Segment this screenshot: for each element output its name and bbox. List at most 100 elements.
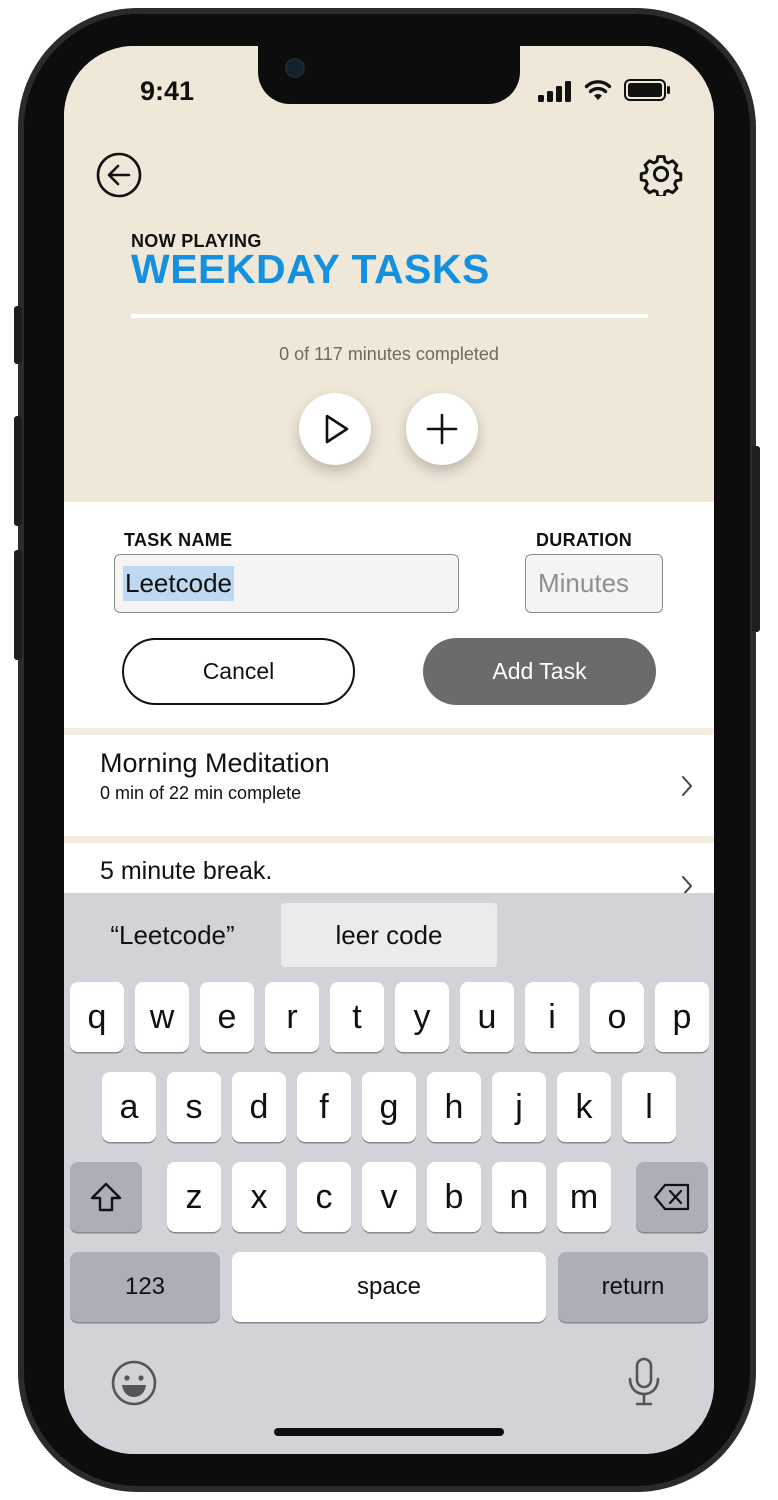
suggestion-label: leer code [335, 919, 443, 950]
key-label: q [87, 998, 107, 1036]
play-button[interactable] [299, 393, 371, 465]
backspace-icon [653, 1183, 690, 1211]
key-label: a [119, 1088, 139, 1126]
key-f[interactable]: f [297, 1072, 351, 1142]
microphone-icon [628, 1357, 660, 1406]
silent-switch [14, 306, 22, 364]
list-divider [64, 836, 714, 843]
task-name-label: TASK NAME [124, 530, 233, 550]
key-m[interactable]: m [557, 1162, 611, 1232]
back-arrow-icon [96, 152, 142, 198]
key-b[interactable]: b [427, 1162, 481, 1232]
cellular-signal-icon [538, 81, 571, 102]
battery-icon [624, 79, 670, 101]
key-g[interactable]: g [362, 1072, 416, 1142]
list-divider [64, 728, 714, 735]
key-label: t [352, 998, 362, 1036]
key-label: c [315, 1178, 333, 1216]
key-h[interactable]: h [427, 1072, 481, 1142]
add-task-button[interactable] [406, 393, 478, 465]
key-v[interactable]: v [362, 1162, 416, 1232]
task-title: 5 minute break. [100, 857, 273, 885]
key-label: m [569, 1178, 599, 1216]
key-r[interactable]: r [265, 982, 319, 1052]
key-o[interactable]: o [590, 982, 644, 1052]
chevron-right-icon [682, 776, 692, 796]
key-q[interactable]: q [70, 982, 124, 1052]
key-label: i [548, 998, 556, 1036]
cancel-button[interactable]: Cancel [122, 638, 355, 705]
key-label: h [444, 1088, 464, 1126]
cancel-button-label: Cancel [202, 658, 275, 684]
key-label: g [379, 1088, 399, 1126]
key-label: y [413, 998, 431, 1036]
key-label: b [444, 1178, 464, 1216]
space-key[interactable]: space [232, 1252, 546, 1322]
key-label: d [249, 1088, 269, 1126]
add-task-submit-button[interactable]: Add Task [423, 638, 656, 705]
key-label: return [601, 1273, 665, 1300]
suggestion-item-highlighted[interactable]: leer code [281, 903, 497, 967]
task-name-field[interactable]: Leetcode [114, 554, 459, 613]
phone-screen: 9:41 NOW PLAYING WEEKDAY TASKS 0 of 117 [64, 46, 714, 1454]
emoji-icon [111, 1360, 157, 1406]
key-y[interactable]: y [395, 982, 449, 1052]
key-n[interactable]: n [492, 1162, 546, 1232]
settings-button[interactable] [639, 152, 683, 199]
key-p[interactable]: p [655, 982, 709, 1052]
key-label: f [319, 1088, 329, 1126]
key-label: x [250, 1178, 268, 1216]
key-label: z [185, 1178, 203, 1216]
key-x[interactable]: x [232, 1162, 286, 1232]
delete-key[interactable] [636, 1162, 708, 1232]
duration-placeholder: Minutes [538, 568, 630, 598]
key-label: l [645, 1088, 653, 1126]
key-c[interactable]: c [297, 1162, 351, 1232]
key-label: v [380, 1178, 398, 1216]
key-i[interactable]: i [525, 982, 579, 1052]
task-progress: 0 min of 22 min complete [100, 783, 302, 803]
task-title: Morning Meditation [100, 748, 330, 778]
key-w[interactable]: w [135, 982, 189, 1052]
key-label: j [515, 1088, 523, 1126]
back-button[interactable] [95, 151, 143, 199]
key-t[interactable]: t [330, 982, 384, 1052]
list-item[interactable]: Morning Meditation 0 min of 22 min compl… [64, 735, 714, 836]
key-j[interactable]: j [492, 1072, 546, 1142]
key-label: o [607, 998, 627, 1036]
key-label: n [509, 1178, 529, 1216]
add-task-button-label: Add Task [492, 658, 587, 684]
emoji-button[interactable] [110, 1359, 158, 1407]
front-camera [285, 58, 305, 78]
home-indicator[interactable] [274, 1428, 504, 1436]
key-u[interactable]: u [460, 982, 514, 1052]
key-z[interactable]: z [167, 1162, 221, 1232]
key-l[interactable]: l [622, 1072, 676, 1142]
key-label: e [217, 998, 237, 1036]
progress-text: 0 of 117 minutes completed [279, 344, 499, 364]
key-label: u [477, 998, 497, 1036]
key-label: 123 [124, 1273, 166, 1300]
return-key[interactable]: return [558, 1252, 708, 1322]
shift-key[interactable] [70, 1162, 142, 1232]
play-icon [325, 414, 349, 444]
key-e[interactable]: e [200, 982, 254, 1052]
suggestion-item[interactable]: “Leetcode” [64, 903, 281, 967]
suggestion-label: “Leetcode” [110, 919, 235, 950]
key-a[interactable]: a [102, 1072, 156, 1142]
duration-label: DURATION [536, 530, 633, 550]
key-k[interactable]: k [557, 1072, 611, 1142]
key-label: r [286, 998, 298, 1036]
playlist-title: WEEKDAY TASKS [131, 246, 490, 292]
keyboard: “Leetcode” leer code q w e r t y u i o p… [64, 893, 714, 1454]
key-label: p [672, 998, 692, 1036]
key-label: k [575, 1088, 593, 1126]
numbers-key[interactable]: 123 [70, 1252, 220, 1322]
key-s[interactable]: s [167, 1072, 221, 1142]
wifi-icon [584, 80, 612, 100]
dictation-button[interactable] [624, 1356, 664, 1408]
duration-field[interactable]: Minutes [525, 554, 663, 613]
key-d[interactable]: d [232, 1072, 286, 1142]
shift-arrow-icon [90, 1182, 122, 1212]
key-label: space [356, 1273, 422, 1300]
